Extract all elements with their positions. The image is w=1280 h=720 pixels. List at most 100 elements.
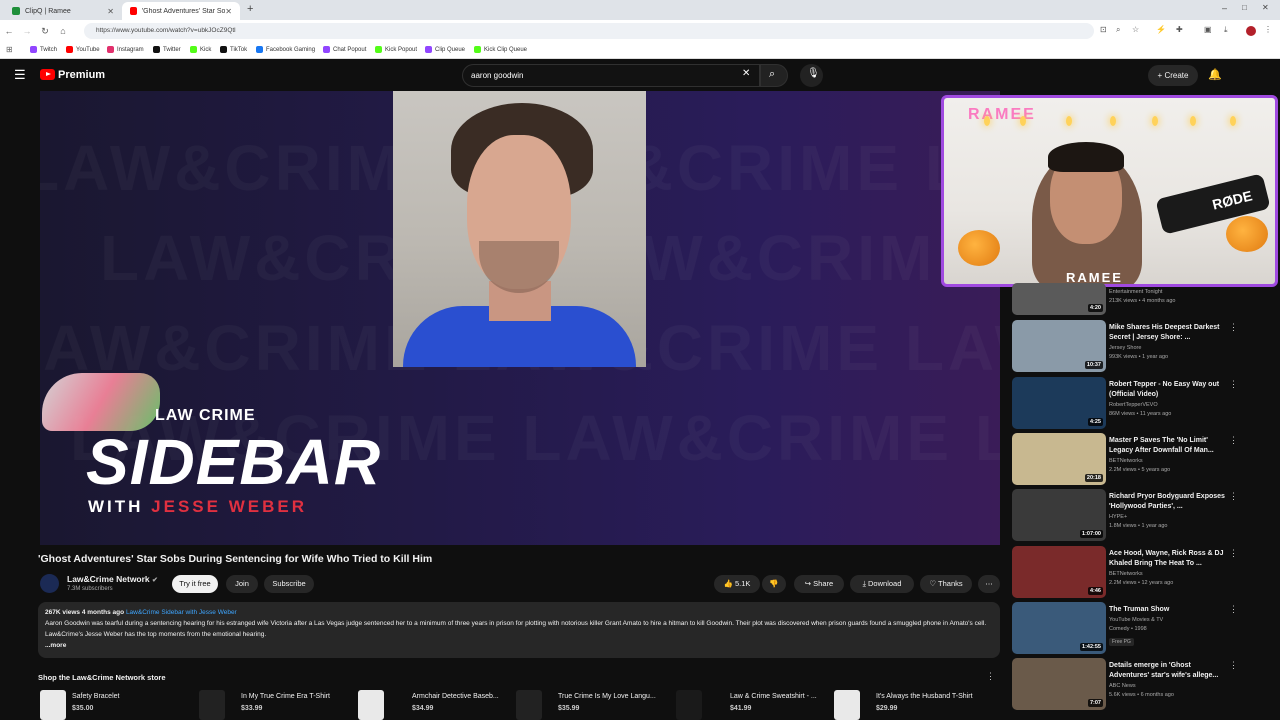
rec-duration: 4:46	[1087, 587, 1103, 595]
share-button[interactable]: ↪ Share	[794, 575, 844, 593]
rec-menu-icon[interactable]: ⋮	[1229, 660, 1238, 671]
forward-icon[interactable]: →	[18, 26, 36, 36]
extension-icon[interactable]: ⚡	[1156, 25, 1166, 34]
voice-search-button[interactable]: 🎙	[800, 64, 823, 87]
reload-icon[interactable]: ↻	[36, 26, 54, 37]
premium-logo-text[interactable]: Premium	[58, 69, 105, 81]
rec-menu-icon[interactable]: ⋮	[1229, 322, 1238, 333]
host-line: WITH JESSE WEBER	[88, 497, 307, 517]
recommendation-item[interactable]: 4:46 Ace Hood, Wayne, Rick Ross & DJ Kha…	[1012, 546, 1242, 598]
close-tab-icon[interactable]: ✕	[225, 7, 232, 16]
menu-dots-icon[interactable]: ⋮	[1264, 25, 1272, 34]
product-price: $34.99	[412, 705, 434, 712]
x-icon	[153, 46, 160, 53]
clear-search-icon[interactable]: ✕	[742, 68, 750, 79]
rec-menu-icon[interactable]: ⋮	[1229, 604, 1238, 615]
search-query: aaron goodwin	[471, 71, 524, 80]
rec-channel: Jersey Shore	[1109, 345, 1142, 351]
channel-avatar[interactable]	[40, 574, 59, 593]
description-box[interactable]: 267K views 4 months ago Law&Crime Sideba…	[38, 602, 1000, 658]
recommendation-item[interactable]: 1:07:00 Richard Pryor Bodyguard Exposes …	[1012, 489, 1242, 541]
recommendation-item[interactable]: 1:42:55 The Truman Show YouTube Movies &…	[1012, 602, 1242, 654]
hamburger-menu-icon[interactable]: ☰	[14, 67, 26, 83]
product-price: $29.99	[876, 705, 898, 712]
notifications-bell-icon[interactable]: 🔔	[1208, 68, 1222, 81]
subscribe-button[interactable]: Subscribe	[264, 575, 314, 593]
minimize-icon[interactable]: –	[1222, 3, 1227, 13]
profile-avatar[interactable]	[1246, 26, 1256, 36]
product-price: $35.00	[72, 705, 94, 712]
zoom-icon[interactable]: ⌕	[1116, 25, 1120, 35]
product-image	[358, 690, 384, 720]
url-text: https://www.youtube.com/watch?v=ubkJOcZ9…	[96, 27, 236, 34]
download-button[interactable]: ⤓ Download	[850, 575, 914, 593]
thanks-button[interactable]: ♡ Thanks	[920, 575, 972, 593]
playlist-link[interactable]: Law&Crime Sidebar with Jesse Weber	[126, 609, 237, 616]
product-name: Safety Bracelet	[72, 693, 120, 700]
string-light	[1020, 116, 1026, 126]
recommendation-item[interactable]: 20:18 Master P Saves The 'No Limit' Lega…	[1012, 433, 1242, 485]
close-tab-icon[interactable]: ✕	[107, 7, 114, 16]
rec-menu-icon[interactable]: ⋮	[1229, 491, 1238, 502]
create-button[interactable]: + Create	[1148, 65, 1198, 86]
bookmark-kick[interactable]: Kick	[190, 46, 211, 53]
recommendation-item[interactable]: 4:20 Entertainment Tonight 213K views • …	[1012, 283, 1242, 315]
rec-title: Ace Hood, Wayne, Rick Ross & DJ Khaled B…	[1109, 550, 1224, 567]
back-icon[interactable]: ←	[0, 26, 18, 36]
rec-menu-icon[interactable]: ⋮	[1229, 435, 1238, 446]
rec-menu-icon[interactable]: ⋮	[1229, 379, 1238, 390]
bookmark-tiktok[interactable]: TikTok	[220, 46, 247, 53]
bookmark-label: Instagram	[117, 46, 144, 53]
bookmark-instagram[interactable]: Instagram	[107, 46, 144, 53]
sidepanel-icon[interactable]: ▣	[1204, 25, 1212, 34]
product-name: Law & Crime Sweatshirt - ...	[730, 693, 817, 700]
window-close-icon[interactable]: ✕	[1262, 3, 1269, 12]
product-price: $33.99	[241, 705, 263, 712]
recommendation-item[interactable]: 10:37 Mike Shares His Deepest Darkest Se…	[1012, 320, 1242, 372]
bookmark-clip-queue[interactable]: Clip Queue	[425, 46, 465, 53]
maximize-icon[interactable]: □	[1242, 3, 1247, 12]
kick-icon	[190, 46, 197, 53]
bookmark-youtube[interactable]: YouTube	[66, 46, 100, 53]
bookmark-facebook-gaming[interactable]: Facebook Gaming	[256, 46, 315, 53]
search-button[interactable]: ⌕	[760, 64, 788, 87]
rec-channel: HYPE+	[1109, 514, 1128, 520]
channel-name[interactable]: Law&Crime Network ✔	[67, 574, 158, 584]
join-button[interactable]: Join	[226, 575, 258, 593]
rec-stats: Comedy • 1998	[1109, 626, 1147, 632]
url-field[interactable]: https://www.youtube.com/watch?v=ubkJOcZ9…	[84, 23, 1094, 39]
extensions-puzzle-icon[interactable]: ✚	[1176, 25, 1183, 34]
browser-tab-youtube[interactable]: 'Ghost Adventures' Star Sobs D ✕	[122, 2, 240, 20]
more-actions-button[interactable]: ⋯	[978, 575, 1000, 593]
recommendation-item[interactable]: 7:07 Details emerge in 'Ghost Adventures…	[1012, 658, 1242, 710]
youtube-logo-icon[interactable]	[40, 69, 55, 80]
dislike-button[interactable]: 👎	[762, 575, 786, 593]
store-more-icon[interactable]: ⋮	[986, 671, 995, 682]
video-player[interactable]: LAW&CRIME LAW&CRIME LAW&CRIME LAW&CRIME …	[40, 91, 1000, 545]
like-button[interactable]: 👍 5.1K	[714, 575, 760, 593]
new-tab-icon[interactable]: +	[247, 3, 253, 15]
search-input[interactable]: aaron goodwin	[462, 64, 760, 87]
rec-duration: 1:42:55	[1080, 643, 1103, 651]
rec-thumbnail: 7:07	[1012, 658, 1106, 710]
home-icon[interactable]: ⌂	[54, 26, 72, 36]
bookmark-star-icon[interactable]: ☆	[1132, 25, 1139, 34]
description-text: Aaron Goodwin was tearful during a sente…	[45, 620, 987, 638]
browser-tab-clipq[interactable]: ClipQ | Ramee ✕	[4, 2, 122, 20]
bookmark-kick-popout[interactable]: Kick Popout	[375, 46, 417, 53]
install-icon[interactable]: ⊡	[1100, 25, 1107, 34]
string-light	[1152, 116, 1158, 126]
address-bar-row: ← → ↻ ⌂ https://www.youtube.com/watch?v=…	[0, 20, 1280, 42]
bookmark-twitter[interactable]: Twitter	[153, 46, 181, 53]
apps-grid-icon[interactable]: ⊞	[6, 45, 13, 54]
bookmark-kick-clip-queue[interactable]: Kick Clip Queue	[474, 46, 527, 53]
try-it-free-button[interactable]: Try it free	[172, 575, 218, 593]
download-tray-icon[interactable]: ⤓	[1224, 25, 1228, 35]
rec-menu-icon[interactable]: ⋮	[1229, 548, 1238, 559]
recommendation-item[interactable]: 4:25 Robert Tepper - No Easy Way out (Of…	[1012, 377, 1242, 429]
more-link[interactable]: ...more	[45, 642, 66, 649]
search-icon: ⌕	[769, 68, 776, 80]
bookmark-twitch[interactable]: Twitch	[30, 46, 57, 53]
bookmark-chat-popout[interactable]: Chat Popout	[323, 46, 366, 53]
youtube-icon	[66, 46, 73, 53]
